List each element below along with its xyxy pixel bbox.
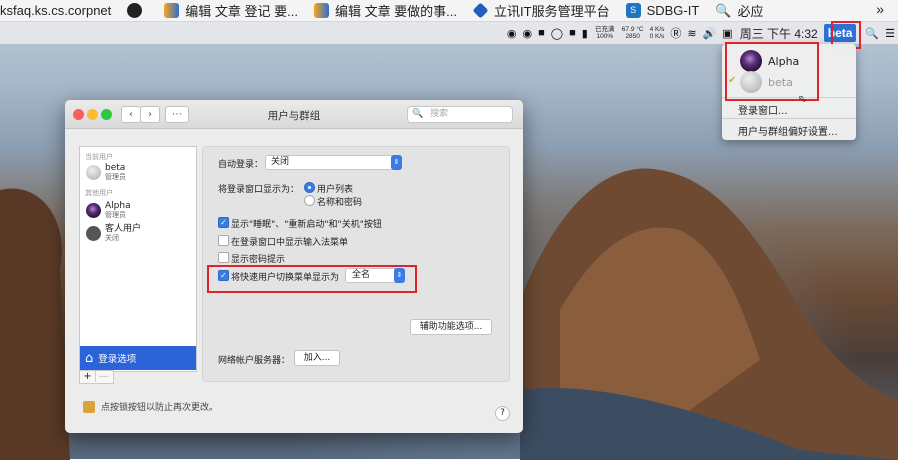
highlight-box-fast-switch xyxy=(207,265,417,293)
diamond-icon xyxy=(472,2,489,19)
search-input[interactable]: 🔍 搜索 xyxy=(407,106,513,123)
bookmark-ksfaq[interactable]: ksfaq.ks.cs.corpnet xyxy=(0,3,111,18)
auto-login-label: 自动登录： xyxy=(218,160,264,170)
search-placeholder: 搜索 xyxy=(430,109,449,119)
accessibility-options-button[interactable]: 辅助功能选项... xyxy=(410,319,492,335)
menu-extra-icon[interactable]: ■ xyxy=(538,27,545,39)
remove-user-button[interactable]: — xyxy=(96,371,111,382)
menu-extra-icon[interactable]: ◯ xyxy=(551,27,563,40)
radio-name-password[interactable] xyxy=(304,195,315,206)
auto-login-value: 关闭 xyxy=(271,157,290,167)
checkbox-show-power-buttons[interactable]: ✓ xyxy=(218,217,229,228)
users-groups-prefs-item[interactable]: 用户与群组偏好设置... xyxy=(738,123,838,138)
auto-login-select[interactable]: 关闭 ⇕ xyxy=(265,155,402,170)
net-stat: 4 K/s 0 K/s xyxy=(650,26,665,40)
bookmark-github[interactable] xyxy=(127,3,148,18)
avatar xyxy=(86,164,101,180)
bookmark-label: 立讯IT服务管理平台 xyxy=(494,4,610,19)
chevron-updown-icon: ⇕ xyxy=(391,155,402,170)
join-button[interactable]: 加入... xyxy=(294,350,340,366)
menu-separator xyxy=(722,118,856,119)
checkbox-password-hints-label: 显示密码提示 xyxy=(231,255,286,265)
login-options-panel: 自动登录： 关闭 ⇕ 将登录窗口显示为： 用户列表 名称和密码 ✓ 显示"睡眠"… xyxy=(202,146,510,382)
user-role: 关闭 xyxy=(105,234,119,242)
bookmark-label: 编辑 文章 登记 要... xyxy=(185,4,298,19)
help-button[interactable]: ? xyxy=(495,406,510,421)
mac-menu-bar: ◉ ◉ ■ ◯ ■ ▮ 已充满 100% 67.9 °C 2850 4 K/s 0 … xyxy=(0,22,898,44)
avatar xyxy=(86,202,101,218)
volume-icon[interactable]: 🔊 xyxy=(703,27,717,40)
window-titlebar[interactable]: ‹ › ⋯ 用户与群组 🔍 搜索 xyxy=(65,100,523,129)
user-role: 管理员 xyxy=(105,173,126,181)
current-users-header: 当前用户 xyxy=(85,153,113,161)
bookmark-bar: ksfaq.ks.cs.corpnet 编辑 文章 登记 要... 编辑 文章 … xyxy=(0,0,898,22)
other-users-header: 其他用户 xyxy=(85,189,113,197)
login-window-item[interactable]: 登录窗口... xyxy=(738,102,788,117)
add-user-button[interactable]: + xyxy=(80,371,96,382)
battery-status: 已充满 100% xyxy=(595,26,615,40)
download-value: 0 K/s xyxy=(649,33,665,40)
radio-user-list[interactable] xyxy=(304,182,315,193)
checkbox-show-power-buttons-label: 显示"睡眠"、"重新启动"和"关机"按钮 xyxy=(231,220,382,230)
user-name: Alpha xyxy=(105,201,131,211)
menu-extra-icon[interactable]: ◉ xyxy=(507,27,517,40)
lock-text: 点按锁按钮以防止再次更改。 xyxy=(101,403,219,413)
lock-icon[interactable] xyxy=(83,400,95,413)
bookmark-label: SDBG-IT xyxy=(646,3,700,18)
temp-value: 67.9 °C xyxy=(621,26,644,33)
skype-icon[interactable]: Ⓡ xyxy=(670,25,681,41)
guest-avatar-icon xyxy=(86,225,101,241)
radio-user-list-label: 用户列表 xyxy=(317,185,354,195)
user-name: 客人用户 xyxy=(105,224,142,234)
jre-icon xyxy=(164,3,180,18)
sidebar-add-remove: + — xyxy=(79,370,114,384)
sharepoint-icon: S xyxy=(625,3,641,18)
bookmark-label: ksfaq.ks.cs.corpnet xyxy=(0,3,112,18)
search-icon: 🔍 xyxy=(412,109,424,119)
checkbox-input-menu[interactable] xyxy=(218,235,229,246)
login-options-label: 登录选项 xyxy=(98,354,137,365)
sidebar-user-beta[interactable]: beta 管理员 xyxy=(86,163,126,181)
highlight-box-users xyxy=(725,42,819,101)
search-icon: 🔍 xyxy=(715,2,732,18)
battery-icon[interactable]: ▣ xyxy=(722,27,732,40)
user-name: beta xyxy=(105,163,126,173)
bookmark-edit-2[interactable]: 编辑 文章 要做的事... xyxy=(313,1,458,20)
spotlight-search-icon[interactable]: 🔍 xyxy=(865,27,879,40)
temp-stat: 67.9 °C 2850 xyxy=(622,26,644,40)
users-sidebar: 当前用户 beta 管理员 其他用户 Alpha 管理员 客人用户 关闭 ⌂ 登录选项 xyxy=(79,146,197,372)
notification-center-icon[interactable]: ☰ xyxy=(885,27,895,40)
bookmark-itsm[interactable]: 立讯IT服务管理平台 xyxy=(472,1,610,20)
bookmark-edit-1[interactable]: 编辑 文章 登记 要... xyxy=(164,1,298,20)
login-options-item[interactable]: ⌂ 登录选项 xyxy=(80,346,196,370)
github-icon xyxy=(127,3,143,18)
menubar-clock[interactable]: 周三 下午 4:32 xyxy=(740,25,818,42)
house-icon: ⌂ xyxy=(85,350,94,366)
menu-extra-icon[interactable]: ◉ xyxy=(523,27,533,40)
sidebar-user-guest[interactable]: 客人用户 关闭 xyxy=(86,224,141,242)
user-role: 管理员 xyxy=(105,211,126,219)
rpm-value: 2850 xyxy=(625,33,640,40)
checkbox-input-menu-label: 在登录窗口中显示输入法菜单 xyxy=(231,238,349,248)
lock-row: 点按锁按钮以防止再次更改。 xyxy=(83,400,218,413)
menu-extra-icon[interactable]: ■ xyxy=(569,27,576,39)
bookmark-bing[interactable]: 🔍 必应 xyxy=(715,1,763,20)
wifi-icon[interactable]: ≋ xyxy=(687,27,696,40)
bookmark-label: 必应 xyxy=(737,4,764,19)
checkbox-password-hints[interactable] xyxy=(218,252,229,263)
bookmarks-more-button[interactable]: » xyxy=(876,1,884,17)
network-server-label: 网络帐户服务器： xyxy=(218,356,291,366)
jre-icon xyxy=(313,3,329,18)
upload-value: 4 K/s xyxy=(649,26,665,33)
bookmark-sdbg[interactable]: S SDBG-IT xyxy=(625,3,700,18)
display-as-label: 将登录窗口显示为： xyxy=(218,185,300,195)
sidebar-user-alpha[interactable]: Alpha 管理员 xyxy=(86,201,131,219)
battery-icon[interactable]: ▮ xyxy=(582,27,588,40)
mouse-cursor: ⬁ xyxy=(798,94,807,105)
bookmark-label: 编辑 文章 要做的事... xyxy=(334,4,458,19)
radio-name-password-label: 名称和密码 xyxy=(317,198,363,208)
